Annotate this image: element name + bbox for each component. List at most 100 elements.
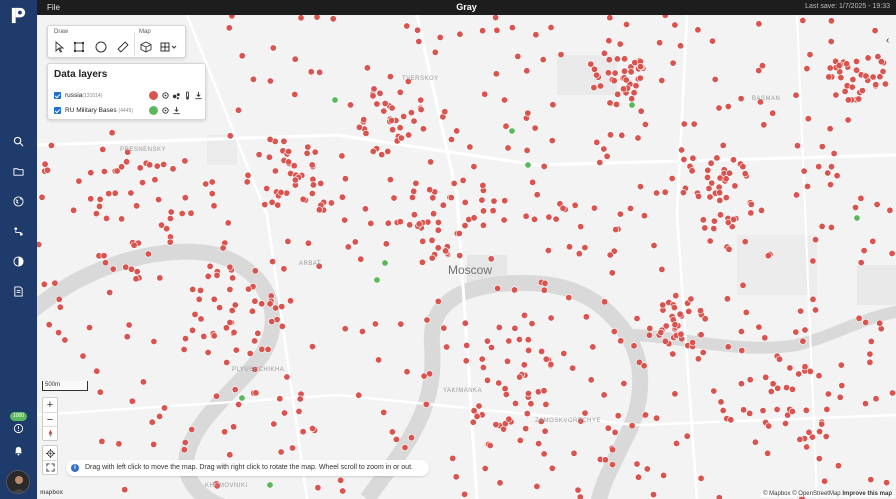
map-point[interactable] [742, 308, 750, 316]
map-point[interactable] [456, 30, 464, 38]
map-point[interactable] [381, 259, 389, 267]
map-point[interactable] [414, 26, 422, 34]
map-point[interactable] [541, 279, 549, 287]
map-point[interactable] [490, 197, 498, 205]
map-point[interactable] [773, 405, 781, 413]
map-point[interactable] [155, 196, 163, 204]
map-point[interactable] [479, 363, 487, 371]
map-point[interactable] [725, 245, 733, 253]
map-point[interactable] [429, 194, 437, 202]
fullscreen-icon[interactable] [43, 460, 57, 474]
map-point[interactable] [637, 107, 645, 115]
map-point[interactable] [357, 255, 365, 263]
map-point[interactable] [853, 214, 861, 222]
layer-color-swatch[interactable] [149, 91, 158, 100]
map-point[interactable] [436, 33, 444, 41]
map-point[interactable] [514, 52, 522, 60]
map-point[interactable] [699, 216, 707, 224]
map-point[interactable] [258, 300, 266, 308]
map-point[interactable] [167, 208, 175, 216]
layer-checkbox[interactable] [54, 107, 61, 114]
zoom-in-button[interactable]: + [43, 398, 57, 412]
map-point[interactable] [617, 337, 625, 345]
map-point[interactable] [441, 108, 449, 116]
map-point[interactable] [516, 436, 524, 444]
compass-icon[interactable] [43, 426, 57, 440]
map-point[interactable] [696, 307, 704, 315]
map-point[interactable] [308, 161, 316, 169]
map-point[interactable] [760, 121, 768, 129]
map-point[interactable] [816, 428, 824, 436]
map-point[interactable] [303, 149, 311, 157]
map-point[interactable] [824, 169, 832, 177]
map-point[interactable] [144, 250, 152, 258]
map-point[interactable] [641, 121, 649, 129]
map-point[interactable] [883, 479, 891, 487]
map-point[interactable] [70, 206, 78, 214]
map-point[interactable] [837, 74, 845, 82]
map-point[interactable] [228, 15, 236, 20]
map-point[interactable] [547, 360, 555, 368]
map-point[interactable] [206, 262, 214, 270]
map-point[interactable] [612, 100, 620, 108]
map-point[interactable] [219, 244, 227, 252]
map-point[interactable] [195, 295, 203, 303]
map-point[interactable] [495, 323, 503, 331]
map-point[interactable] [118, 215, 126, 223]
map-point[interactable] [226, 285, 234, 293]
map-point[interactable] [105, 190, 113, 198]
map-point[interactable] [574, 486, 582, 494]
map-point[interactable] [390, 194, 398, 202]
map-point[interactable] [669, 59, 677, 67]
map-point[interactable] [799, 337, 807, 345]
map-point[interactable] [55, 329, 63, 337]
map-point[interactable] [156, 412, 164, 420]
map-point[interactable] [653, 414, 661, 422]
map-point[interactable] [838, 382, 846, 390]
map-point[interactable] [261, 201, 269, 209]
map-point[interactable] [130, 241, 138, 249]
map-point[interactable] [187, 209, 195, 217]
map-point[interactable] [687, 295, 695, 303]
map-point[interactable] [590, 65, 598, 73]
map-point[interactable] [204, 272, 212, 280]
cube-icon[interactable] [138, 39, 154, 55]
map-point[interactable] [533, 191, 541, 199]
map-point[interactable] [547, 314, 555, 322]
layer-color-swatch[interactable] [149, 106, 158, 115]
map-point[interactable] [189, 285, 197, 293]
map-point[interactable] [136, 164, 144, 172]
map-point[interactable] [866, 350, 874, 358]
map-point[interactable] [611, 69, 619, 77]
map-point[interactable] [844, 96, 852, 104]
map-point[interactable] [296, 395, 304, 403]
map-point[interactable] [613, 55, 621, 63]
map-point[interactable] [806, 367, 814, 375]
map-point[interactable] [803, 65, 811, 73]
map-point[interactable] [278, 322, 286, 330]
map-point[interactable] [570, 449, 578, 457]
map-point[interactable] [40, 280, 48, 288]
map-point[interactable] [630, 342, 638, 350]
map-point[interactable] [524, 161, 532, 169]
map-point[interactable] [668, 175, 676, 183]
map-point[interactable] [180, 446, 188, 454]
map-point[interactable] [792, 91, 800, 99]
map-point[interactable] [427, 158, 435, 166]
map-point[interactable] [527, 400, 535, 408]
map-point[interactable] [304, 143, 312, 151]
map-point[interactable] [727, 416, 735, 424]
map-point[interactable] [388, 428, 396, 436]
map-point[interactable] [524, 389, 532, 397]
map-point[interactable] [706, 193, 714, 201]
map-point[interactable] [852, 66, 860, 74]
map-point[interactable] [737, 95, 745, 103]
map-point[interactable] [640, 212, 648, 220]
map-point[interactable] [801, 363, 809, 371]
map-point[interactable] [806, 51, 814, 59]
map-point[interactable] [96, 195, 104, 203]
layer-row[interactable]: RU Military Bases (4445) [54, 105, 204, 117]
mapbox-attribution-link[interactable]: © Mapbox [763, 491, 790, 497]
map-point[interactable] [405, 131, 413, 139]
map-point[interactable] [788, 407, 796, 415]
